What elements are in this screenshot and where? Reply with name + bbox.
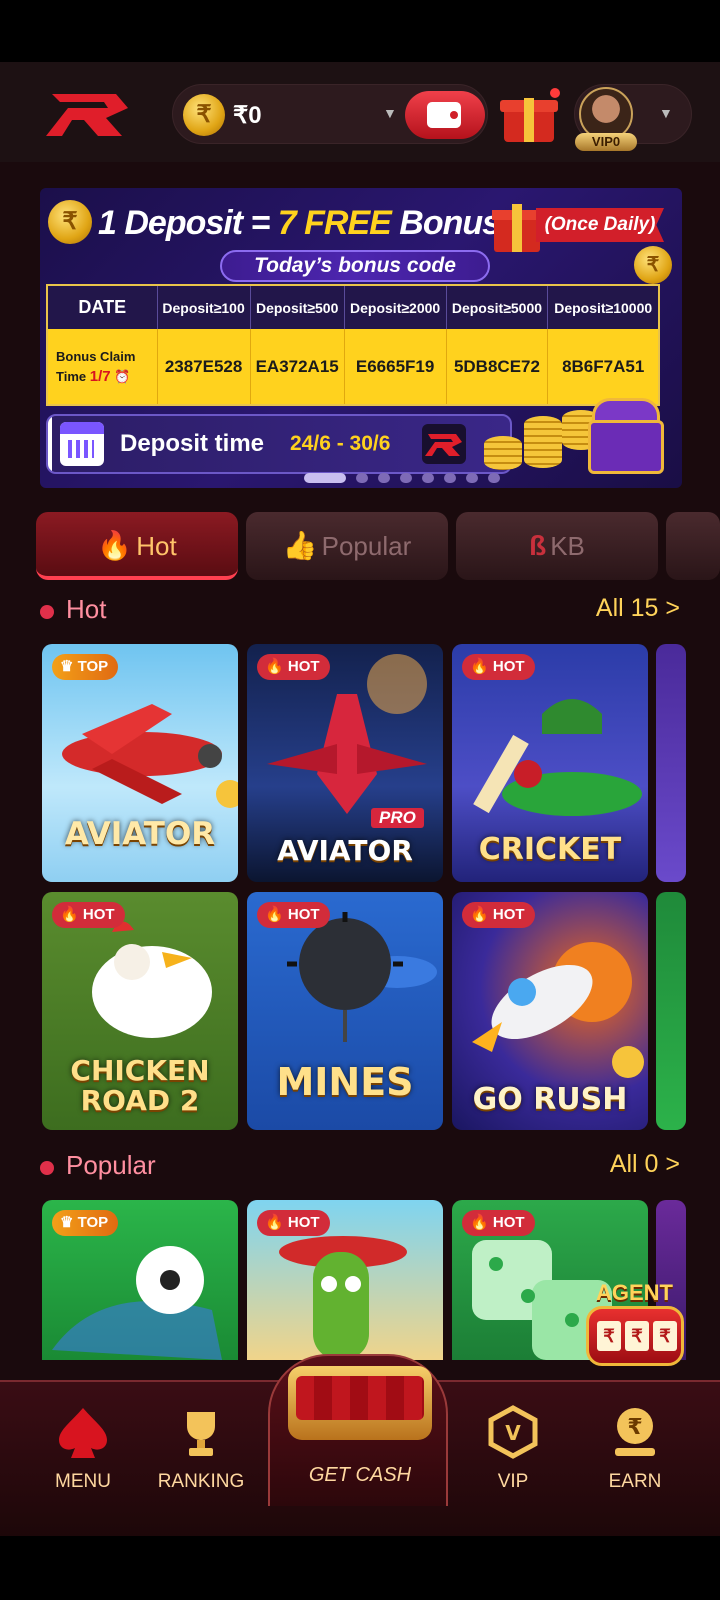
svg-text:V: V bbox=[505, 1421, 521, 1445]
game-title: AVIATOR bbox=[64, 816, 216, 852]
game-card-aviator[interactable]: ♛ TOP AVIATOR bbox=[42, 644, 238, 882]
flame-icon: 🔥 bbox=[97, 530, 133, 561]
rupee-coin-icon: ₹ bbox=[48, 200, 92, 244]
promo-banner[interactable]: ₹ 1 Deposit = 7 FREE Bonuses! (Once Dail… bbox=[40, 188, 682, 488]
bonus-code-label: Today’s bonus code bbox=[220, 250, 490, 282]
hot-badge: 🔥 HOT bbox=[462, 654, 535, 680]
game-title: CHICKEN ROAD 2 bbox=[70, 1054, 210, 1117]
game-card-partial[interactable] bbox=[656, 644, 686, 882]
wallet-icon bbox=[427, 102, 461, 128]
top-badge: ♛ TOP bbox=[52, 1210, 119, 1236]
top-bar: ₹ ₹0 ▼ VIP0 ▼ bbox=[0, 62, 720, 162]
bonus-code-cell[interactable]: 5DB8CE72 bbox=[446, 329, 549, 405]
claim-time-cell: Bonus Claim Time 1/7 ⏰ bbox=[47, 329, 158, 405]
game-title: CRICKET bbox=[478, 832, 622, 867]
view-all-hot-link[interactable]: All 15 > bbox=[596, 594, 680, 623]
svg-text:₹: ₹ bbox=[627, 1415, 642, 1440]
hot-badge: 🔥 HOT bbox=[52, 902, 125, 928]
rupee-coin-icon: ₹ bbox=[183, 94, 225, 136]
spade-icon bbox=[59, 1408, 107, 1458]
game-card-cricket[interactable]: 🔥 HOT CRICKET bbox=[452, 644, 648, 882]
brand-logo-icon bbox=[422, 424, 466, 464]
bonus-code-cell[interactable]: EA372A15 bbox=[250, 329, 345, 405]
top-badge: ♛ TOP bbox=[52, 654, 119, 680]
game-card-mines[interactable]: 🔥 HOT MINES bbox=[247, 892, 443, 1130]
chevron-down-icon[interactable]: ▼ bbox=[383, 105, 397, 121]
calendar-icon bbox=[60, 422, 104, 466]
game-card-aviator-pro[interactable]: 🔥 HOT PRO AVIATOR bbox=[247, 644, 443, 882]
bonus-code-cell[interactable]: 2387E528 bbox=[157, 329, 251, 405]
treasure-chest-icon bbox=[288, 1366, 432, 1440]
hot-badge: 🔥 HOT bbox=[257, 902, 330, 928]
game-title: GO RUSH bbox=[472, 1082, 628, 1117]
table-row: Bonus Claim Time 1/7 ⏰ 2387E528 EA372A15… bbox=[47, 329, 660, 405]
treasure-chest-icon bbox=[588, 394, 664, 476]
view-all-popular-link[interactable]: All 0 > bbox=[610, 1150, 680, 1179]
thumbs-up-icon: 👍 bbox=[282, 530, 318, 561]
game-card-cactus[interactable]: 🔥 HOT bbox=[247, 1200, 443, 1360]
banner-title: 1 Deposit = 7 FREE Bonuses! bbox=[98, 204, 547, 242]
nav-vip[interactable]: V VIP bbox=[458, 1404, 568, 1493]
tab-hot[interactable]: 🔥 Hot bbox=[36, 512, 238, 580]
game-title: MINES bbox=[276, 1060, 414, 1104]
category-tabs: 🔥 Hot 👍 Popular ß KB bbox=[36, 512, 720, 582]
wallet-button[interactable] bbox=[405, 91, 485, 139]
table-header-row: DATE Deposit≥100 Deposit≥500 Deposit≥200… bbox=[47, 285, 660, 329]
kb-logo-icon: ß bbox=[529, 530, 547, 561]
trophy-icon bbox=[187, 1412, 215, 1456]
tab-kb[interactable]: ß KB bbox=[456, 512, 658, 580]
section-header-popular: Popular All 0 > bbox=[40, 1150, 680, 1186]
once-daily-tag: (Once Daily) bbox=[536, 208, 664, 242]
nav-menu[interactable]: MENU bbox=[28, 1404, 138, 1493]
hot-badge: 🔥 HOT bbox=[257, 1210, 330, 1236]
get-cash-button[interactable]: GET CASH bbox=[268, 1354, 448, 1506]
tab-more[interactable] bbox=[666, 512, 720, 580]
bonus-code-table: DATE Deposit≥100 Deposit≥500 Deposit≥200… bbox=[46, 284, 660, 406]
brand-logo-icon[interactable] bbox=[46, 86, 130, 140]
coin-stack-icon bbox=[484, 436, 522, 470]
deposit-time-bar: Deposit time 24/6 - 30/6 bbox=[46, 414, 512, 474]
game-card-football[interactable]: ♛ TOP bbox=[42, 1200, 238, 1360]
agent-label: AGENT bbox=[596, 1280, 673, 1305]
bullet-icon bbox=[40, 1161, 54, 1175]
hot-badge: 🔥 HOT bbox=[462, 902, 535, 928]
chevron-down-icon[interactable]: ▼ bbox=[659, 105, 673, 121]
game-title: AVIATOR bbox=[277, 834, 413, 867]
deposit-time-range: 24/6 - 30/6 bbox=[290, 432, 391, 455]
section-title: Popular bbox=[66, 1150, 156, 1180]
notification-dot bbox=[550, 88, 560, 98]
gift-icon bbox=[492, 196, 542, 252]
hot-badge: 🔥 HOT bbox=[462, 1210, 535, 1236]
hot-badge: 🔥 HOT bbox=[257, 654, 330, 680]
section-title: Hot bbox=[66, 594, 107, 624]
vip-level-badge: VIP0 bbox=[575, 133, 637, 151]
pro-label: PRO bbox=[371, 808, 424, 828]
slot-machine-icon: ₹ ₹ ₹ bbox=[586, 1306, 684, 1366]
game-card-chicken-road-2[interactable]: 🔥 HOT CHICKEN ROAD 2 bbox=[42, 892, 238, 1130]
game-card-partial[interactable] bbox=[656, 892, 686, 1130]
deposit-time-label: Deposit time bbox=[120, 430, 265, 457]
wallet-balance[interactable]: ₹ ₹0 ▼ bbox=[172, 84, 488, 144]
bullet-icon bbox=[40, 605, 54, 619]
alarm-clock-icon: ⏰ bbox=[114, 368, 131, 384]
coin-stack-icon bbox=[524, 416, 562, 468]
nav-ranking[interactable]: RANKING bbox=[146, 1404, 256, 1493]
nav-earn[interactable]: ₹ EARN bbox=[580, 1404, 690, 1493]
game-card-go-rush[interactable]: 🔥 HOT GO RUSH bbox=[452, 892, 648, 1130]
rupee-coin-icon: ₹ bbox=[634, 246, 672, 284]
agent-button[interactable]: AGENT ₹ ₹ ₹ bbox=[586, 1280, 696, 1374]
vip-shield-icon: V bbox=[488, 1405, 538, 1459]
profile-menu[interactable]: VIP0 ▼ bbox=[574, 84, 692, 151]
balance-amount: ₹0 bbox=[233, 102, 262, 129]
bonus-code-cell[interactable]: E6665F19 bbox=[344, 329, 447, 405]
bottom-nav: MENU RANKING GET CASH V VIP ₹ EARN bbox=[0, 1354, 720, 1536]
section-header-hot: Hot All 15 > bbox=[40, 594, 680, 630]
gift-button[interactable] bbox=[500, 88, 560, 144]
tab-popular[interactable]: 👍 Popular bbox=[246, 512, 448, 580]
app-screen: ₹ ₹0 ▼ VIP0 ▼ ₹ 1 Deposit = 7 FREE Bonus… bbox=[0, 62, 720, 1536]
carousel-indicator[interactable] bbox=[304, 470, 510, 483]
rupee-earn-icon: ₹ bbox=[615, 1408, 655, 1456]
